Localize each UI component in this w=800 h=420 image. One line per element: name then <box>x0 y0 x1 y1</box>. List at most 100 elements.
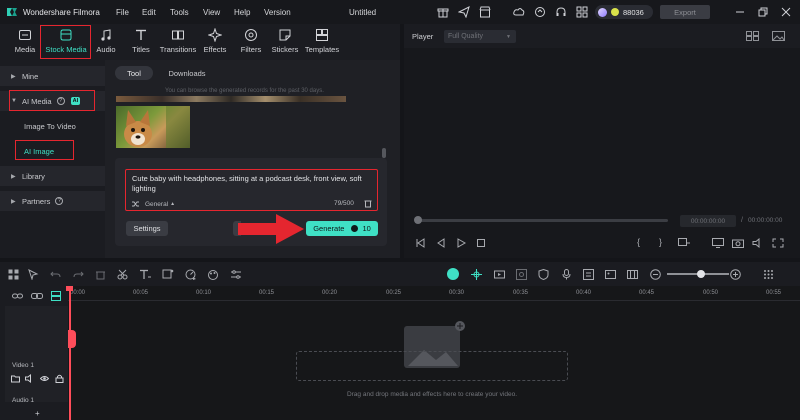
text-tool-icon[interactable] <box>139 269 151 280</box>
shuffle-icon[interactable] <box>131 200 140 208</box>
generate-button[interactable]: Generate 10 <box>306 221 378 236</box>
tab-downloads[interactable]: Downloads <box>159 66 215 80</box>
prev-frame-icon[interactable] <box>415 238 425 248</box>
cloud-upload-icon[interactable] <box>513 6 525 18</box>
tab-filters[interactable]: Filters <box>237 24 265 58</box>
mark-in-icon[interactable]: { <box>637 237 640 247</box>
send-icon[interactable] <box>458 6 470 18</box>
current-time[interactable]: 00:00:00:00 <box>680 215 736 227</box>
stop-icon[interactable] <box>476 238 486 248</box>
playhead-head[interactable] <box>66 286 73 291</box>
microphone-icon[interactable] <box>561 269 572 280</box>
highlight-ai-image <box>15 140 74 160</box>
select-cursor-icon[interactable] <box>28 269 39 280</box>
close-icon[interactable] <box>781 7 791 17</box>
speed-icon[interactable] <box>185 269 197 280</box>
menu-help[interactable]: Help <box>234 8 250 17</box>
tab-stickers[interactable]: Stickers <box>270 24 300 58</box>
sidebar-item-partners[interactable]: ▶ Partners ? <box>0 191 105 211</box>
speaker-icon[interactable] <box>25 374 34 383</box>
style-selector[interactable]: General ▲ <box>131 200 175 208</box>
fullscreen-icon[interactable] <box>772 238 784 248</box>
help-icon[interactable]: ? <box>55 197 64 205</box>
playhead-line[interactable] <box>69 286 71 420</box>
sidebar-item-mine[interactable]: ▶ Mine <box>0 66 105 86</box>
auto-reframe-icon[interactable] <box>516 269 527 280</box>
camera-snapshot-icon[interactable] <box>732 238 744 248</box>
tab-transitions[interactable]: Transitions <box>158 24 198 58</box>
tick-label: 00:35 <box>513 290 529 296</box>
shield-icon[interactable] <box>538 269 549 280</box>
snap-icon[interactable] <box>471 269 482 280</box>
player-viewport[interactable]: 00:00:00:00 / 00:00:00:00 <box>404 48 800 258</box>
monitor-icon[interactable] <box>712 238 724 248</box>
trash-icon[interactable] <box>364 199 372 208</box>
menu-file[interactable]: File <box>116 8 129 17</box>
gift-icon[interactable] <box>437 6 449 18</box>
menu-version[interactable]: Version <box>264 8 291 17</box>
more-grid-icon[interactable] <box>763 269 774 280</box>
generated-thumbnails-strip[interactable] <box>116 96 346 102</box>
tab-effects[interactable]: Effects <box>200 24 230 58</box>
player-progress-track[interactable] <box>416 219 668 222</box>
voiceover-list-icon[interactable] <box>583 269 594 280</box>
tab-audio[interactable]: Audio <box>92 24 120 58</box>
layout-grid-icon[interactable] <box>746 31 759 41</box>
quality-select[interactable]: Full Quality ▼ <box>444 30 516 43</box>
delete-icon[interactable] <box>95 269 106 280</box>
auto-ripple-icon[interactable] <box>494 269 505 280</box>
headset-icon[interactable] <box>555 6 567 18</box>
image-track-icon[interactable] <box>605 269 616 280</box>
scissors-icon[interactable] <box>117 269 128 280</box>
color-palette-icon[interactable] <box>207 269 219 280</box>
step-back-icon[interactable] <box>436 238 446 248</box>
zoom-slider-handle[interactable] <box>697 270 705 278</box>
undo-icon[interactable] <box>50 269 61 280</box>
sidebar-item-library[interactable]: ▶ Library <box>0 166 105 186</box>
volume-icon[interactable] <box>752 238 764 248</box>
zoom-in-icon[interactable] <box>730 269 741 280</box>
menu-edit[interactable]: Edit <box>142 8 156 17</box>
track-height-icon[interactable] <box>51 291 61 301</box>
minimize-icon[interactable] <box>735 8 745 16</box>
link-icon[interactable] <box>12 291 23 301</box>
tab-titles[interactable]: Titles <box>127 24 155 58</box>
crop-icon[interactable] <box>162 269 174 280</box>
adjust-sliders-icon[interactable] <box>230 269 242 280</box>
mark-out-icon[interactable]: } <box>659 237 662 247</box>
credits-badge[interactable]: 88036 <box>595 5 653 19</box>
player-progress-handle[interactable] <box>414 216 422 224</box>
drop-zone[interactable] <box>296 351 568 381</box>
snapshot-image-icon[interactable] <box>772 31 785 41</box>
restore-icon[interactable] <box>758 7 768 17</box>
playhead-handle[interactable] <box>68 330 76 348</box>
tab-templates[interactable]: Templates <box>304 24 340 58</box>
grid-apps-icon[interactable] <box>576 6 588 18</box>
play-icon[interactable] <box>456 238 466 248</box>
effects-sparkle-icon <box>208 28 222 42</box>
dog-image-icon <box>124 106 190 148</box>
scrollbar-thumb[interactable] <box>382 148 386 158</box>
menu-view[interactable]: View <box>203 8 220 17</box>
redo-icon[interactable] <box>73 269 84 280</box>
shop-icon[interactable] <box>479 6 491 18</box>
settings-button[interactable]: Settings <box>126 221 168 236</box>
sync-icon[interactable] <box>534 6 546 18</box>
tick-label: 00:30 <box>449 290 465 296</box>
chain-icon[interactable] <box>31 291 43 301</box>
grid-layout-icon[interactable] <box>8 269 19 280</box>
add-track-icon[interactable]: + <box>35 409 40 418</box>
zoom-out-icon[interactable] <box>650 269 661 280</box>
render-preview-icon[interactable] <box>678 238 690 248</box>
export-button[interactable]: Export <box>660 5 710 19</box>
ai-mate-icon[interactable] <box>447 268 459 280</box>
eye-icon[interactable] <box>40 374 49 383</box>
lock-icon[interactable] <box>55 374 64 383</box>
menu-tools[interactable]: Tools <box>170 8 189 17</box>
tab-media[interactable]: Media <box>8 24 42 58</box>
folder-icon[interactable] <box>11 374 20 383</box>
sidebar-item-image-to-video[interactable]: Image To Video <box>0 116 105 136</box>
generated-image-thumbnail[interactable] <box>116 106 190 148</box>
tab-tool[interactable]: Tool <box>115 66 153 80</box>
filmstrip-icon[interactable] <box>627 269 638 280</box>
